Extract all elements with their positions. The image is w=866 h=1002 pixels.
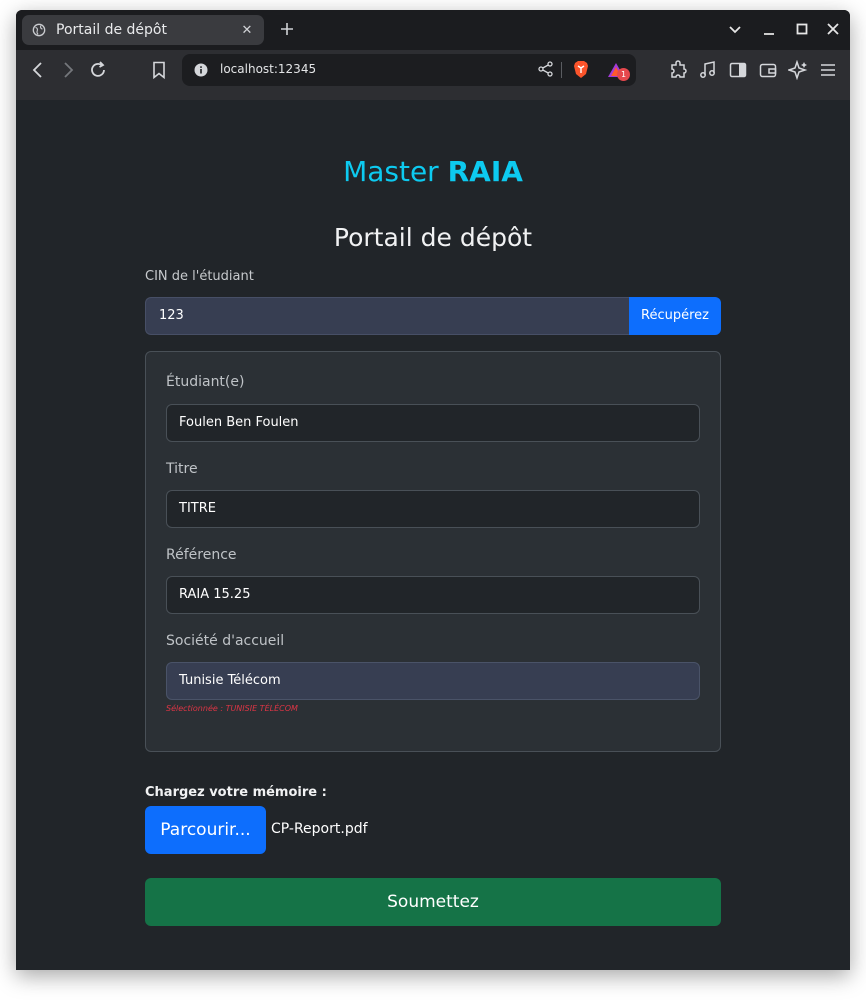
title-bar: Portail de dépôt ✕ <box>16 10 850 50</box>
chevron-down-icon[interactable] <box>726 20 744 38</box>
wallet-icon[interactable] <box>758 60 778 80</box>
upload-label: Chargez votre mémoire : <box>145 785 327 800</box>
browser-window: Portail de dépôt ✕ localhost:12345 1 Mas… <box>16 10 850 970</box>
reference-field[interactable]: RAIA 15.25 <box>166 576 700 614</box>
new-tab-icon[interactable] <box>278 20 296 38</box>
page-title: Portail de dépôt <box>333 223 533 252</box>
selected-file-name: CP-Report.pdf <box>271 821 368 837</box>
leo-ai-icon[interactable] <box>788 60 808 80</box>
student-label: Étudiant(e) <box>166 374 245 390</box>
cin-input[interactable]: 123 <box>145 297 630 335</box>
reload-icon[interactable] <box>88 60 108 80</box>
brand-heading: Master RAIA <box>16 155 850 188</box>
cin-label: CIN de l'étudiant <box>145 269 254 284</box>
maximize-icon[interactable] <box>793 20 811 38</box>
tab-title: Portail de dépôt <box>56 22 167 38</box>
selected-company-note: Sélectionnée : TUNISIE TÉLÉCOM <box>166 704 298 713</box>
globe-icon <box>32 23 46 37</box>
brand-prefix: Master <box>343 155 448 188</box>
bookmark-icon[interactable] <box>149 60 169 80</box>
student-details-card: Étudiant(e) Foulen Ben Foulen Titre TITR… <box>145 351 721 752</box>
title-label: Titre <box>166 461 198 477</box>
submit-button[interactable]: Soumettez <box>145 878 721 926</box>
url-text: localhost:12345 <box>220 62 317 76</box>
extensions-icon[interactable] <box>668 60 688 80</box>
brand-name: RAIA <box>447 155 523 188</box>
share-icon[interactable] <box>537 60 555 78</box>
site-info-icon[interactable] <box>194 63 208 77</box>
back-icon[interactable] <box>28 60 48 80</box>
close-tab-icon[interactable]: ✕ <box>240 23 254 38</box>
forward-icon[interactable] <box>58 60 78 80</box>
student-field[interactable]: Foulen Ben Foulen <box>166 404 700 442</box>
title-field[interactable]: TITRE <box>166 490 700 528</box>
minimize-icon[interactable] <box>760 20 778 38</box>
notification-badge: 1 <box>617 68 630 81</box>
close-window-icon[interactable] <box>824 20 842 38</box>
browser-tab[interactable]: Portail de dépôt ✕ <box>22 15 264 45</box>
company-label: Société d'accueil <box>166 633 285 649</box>
address-divider <box>561 62 562 78</box>
browser-toolbar: localhost:12345 1 <box>16 50 850 100</box>
company-select[interactable]: Tunisie Télécom <box>166 662 700 700</box>
menu-icon[interactable] <box>818 60 838 80</box>
address-bar[interactable]: localhost:12345 <box>182 54 636 86</box>
reference-label: Référence <box>166 547 237 563</box>
page-content: Master RAIA Portail de dépôt CIN de l'ét… <box>16 100 850 970</box>
sidebar-icon[interactable] <box>728 60 748 80</box>
music-icon[interactable] <box>698 60 718 80</box>
brave-shields-icon[interactable] <box>572 60 590 79</box>
browse-button[interactable]: Parcourir... <box>145 806 266 854</box>
retrieve-button[interactable]: Récupérez <box>629 297 721 335</box>
